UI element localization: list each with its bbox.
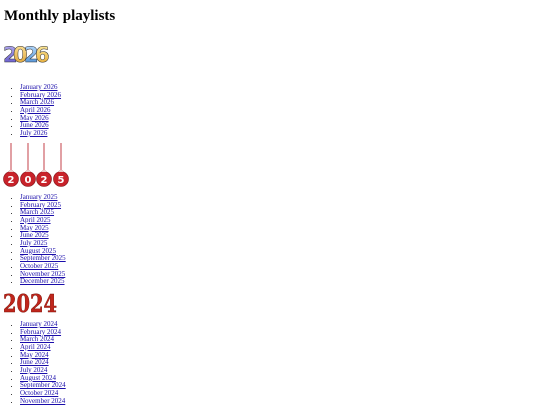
page-title: Monthly playlists bbox=[4, 8, 116, 24]
svg-text:2: 2 bbox=[41, 175, 48, 186]
month-link[interactable]: November 2024 bbox=[20, 397, 65, 405]
svg-text:2024: 2024 bbox=[3, 290, 57, 316]
month-list-2025: January 2025 February 2025 March 2025 Ap… bbox=[6, 193, 66, 286]
year-2024-image: 2024 bbox=[3, 290, 57, 316]
svg-text:2: 2 bbox=[8, 175, 15, 186]
svg-text:0: 0 bbox=[25, 175, 32, 186]
list-item: November 2024 bbox=[20, 397, 66, 406]
month-link[interactable]: July 2026 bbox=[20, 129, 47, 137]
svg-text:6: 6 bbox=[35, 43, 49, 66]
year-2026-image: 2 0 2 6 bbox=[3, 43, 49, 66]
svg-text:5: 5 bbox=[58, 175, 65, 186]
month-link[interactable]: December 2025 bbox=[20, 277, 65, 285]
year-2025-image: 2025 bbox=[3, 143, 69, 187]
list-item: December 2025 bbox=[20, 277, 66, 286]
month-list-2024: January 2024 February 2024 March 2024 Ap… bbox=[6, 320, 66, 406]
list-item: July 2026 bbox=[20, 129, 61, 138]
month-list-2026: January 2026 February 2026 March 2026 Ap… bbox=[6, 83, 61, 138]
